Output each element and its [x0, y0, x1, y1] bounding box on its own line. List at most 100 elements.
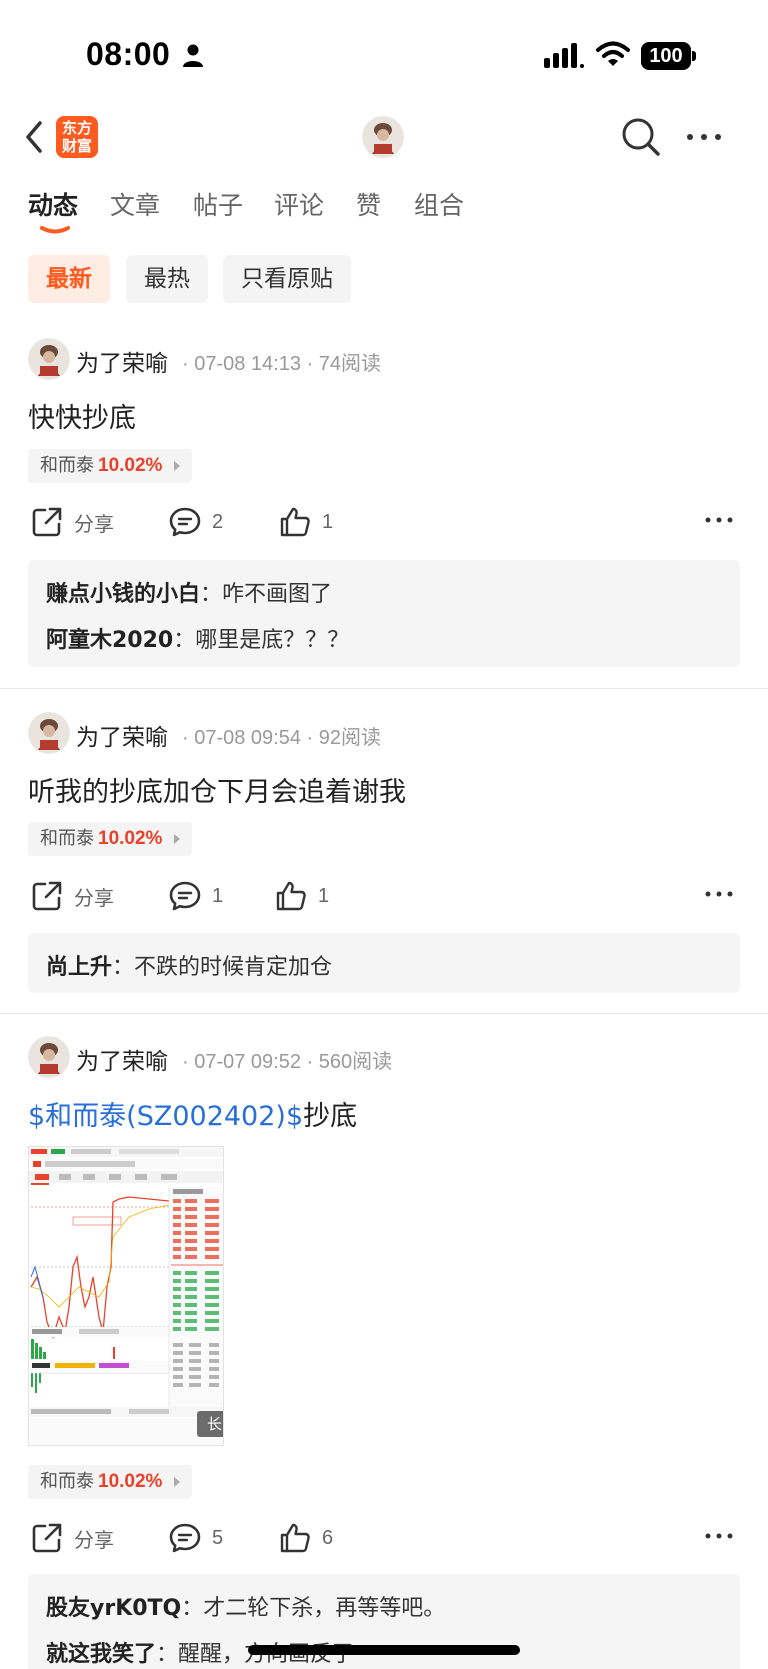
stock-name: 和而泰: [40, 1471, 94, 1492]
stock-change: 10.02%: [98, 828, 163, 849]
like-button[interactable]: 1: [278, 502, 333, 542]
comment-preview[interactable]: 赚点小钱的小白：咋不画图了 阿童木2020：哪里是底？？？: [28, 560, 740, 667]
comment-sep: ：: [156, 1642, 179, 1667]
like-count: 1: [322, 510, 334, 533]
comment-icon: [169, 1523, 201, 1553]
tab-dynamics[interactable]: 动态: [28, 186, 78, 222]
post-meta: · 07-07 09:52 · 560阅读: [182, 1051, 393, 1073]
comment-button[interactable]: 1: [168, 876, 223, 916]
divider: [0, 1013, 768, 1014]
stock-change: 10.02%: [98, 1471, 163, 1492]
post-author[interactable]: 为了荣喻: [76, 344, 168, 378]
comment-item: 阿童木2020：哪里是底？？？: [46, 622, 349, 654]
stock-name: 和而泰: [40, 455, 94, 476]
comment-count: 1: [212, 884, 224, 907]
share-label: 分享: [74, 513, 114, 536]
comment-sep: ：: [173, 628, 196, 653]
like-icon: [280, 1523, 310, 1553]
battery-level: 100: [641, 42, 691, 70]
tab-articles[interactable]: 文章: [110, 186, 160, 222]
share-icon: [32, 881, 62, 911]
comment-preview[interactable]: 尚上升：不跌的时候肯定加仓: [28, 933, 740, 993]
person-icon: [183, 44, 203, 67]
stock-tag[interactable]: 和而泰 10.02%: [28, 449, 193, 483]
like-count: 1: [318, 884, 330, 907]
comment-user[interactable]: 尚上升: [46, 955, 112, 980]
stock-tag[interactable]: 和而泰 10.02%: [28, 822, 193, 856]
post-author[interactable]: 为了荣喻: [76, 718, 168, 752]
share-label: 分享: [74, 887, 114, 910]
tab-likes[interactable]: 赞: [356, 186, 381, 222]
post-author[interactable]: 为了荣喻: [76, 1042, 168, 1076]
long-image-badge: 长图: [197, 1411, 223, 1437]
stock-change: 10.02%: [98, 455, 163, 476]
share-button[interactable]: 分享: [30, 502, 114, 542]
tab-comments[interactable]: 评论: [274, 186, 324, 222]
stock-tag[interactable]: 和而泰 10.02%: [28, 1465, 193, 1499]
more-icon[interactable]: [704, 1526, 734, 1546]
avatar[interactable]: [28, 712, 70, 754]
comment-count: 2: [212, 510, 224, 533]
avatar[interactable]: [28, 338, 70, 380]
post-content[interactable]: 听我的抄底加仓下月会追着谢我: [28, 770, 406, 809]
like-button[interactable]: 1: [274, 876, 329, 916]
more-icon[interactable]: [684, 122, 724, 152]
post-image[interactable]: 长图: [28, 1146, 224, 1446]
app-logo-line2: 财富: [61, 137, 92, 155]
comment-icon: [169, 881, 201, 911]
post-actions: 分享 1 1: [0, 876, 768, 916]
chevron-right-icon: [174, 461, 181, 471]
back-icon[interactable]: [20, 118, 50, 156]
share-button[interactable]: 分享: [30, 1518, 114, 1558]
comment-text: 哪里是底？？？: [195, 628, 350, 653]
like-button[interactable]: 6: [278, 1518, 333, 1558]
tab-portfolio[interactable]: 组合: [414, 186, 464, 222]
more-icon[interactable]: [704, 884, 734, 904]
post-content[interactable]: 快快抄底: [28, 396, 136, 435]
home-indicator[interactable]: [248, 1645, 520, 1655]
comment-icon: [169, 507, 201, 537]
tab-posts[interactable]: 帖子: [193, 186, 243, 222]
search-icon[interactable]: [620, 116, 662, 158]
share-icon: [32, 1523, 62, 1553]
comment-item: 尚上升：不跌的时候肯定加仓: [46, 949, 332, 981]
like-icon: [276, 881, 306, 911]
tab-active-indicator: [40, 226, 70, 234]
post-actions: 分享 2 1: [0, 502, 768, 542]
divider: [0, 688, 768, 689]
avatar[interactable]: [28, 1036, 70, 1078]
comment-sep: ：: [112, 955, 135, 980]
filter-original-only[interactable]: 只看原贴: [223, 255, 351, 303]
post-actions: 分享 5 6: [0, 1518, 768, 1558]
comment-item: 赚点小钱的小白：咋不画图了: [46, 576, 332, 608]
comment-text: 才二轮下杀，再等等吧。: [203, 1596, 446, 1621]
share-button[interactable]: 分享: [30, 876, 114, 916]
post-meta: · 07-08 09:54 · 92阅读: [182, 727, 381, 749]
comment-text: 咋不画图了: [222, 582, 333, 607]
post-content[interactable]: $和而泰(SZ002402)$抄底: [28, 1094, 357, 1133]
comment-user[interactable]: 赚点小钱的小白: [46, 582, 200, 607]
comment-button[interactable]: 2: [168, 502, 223, 542]
nav-bar: 东方 财富: [0, 110, 768, 164]
comment-user[interactable]: 股友yrK0TQ: [46, 1596, 181, 1621]
comment-button[interactable]: 5: [168, 1518, 223, 1558]
stock-link[interactable]: $和而泰(SZ002402)$: [28, 1101, 303, 1132]
share-label: 分享: [74, 1529, 114, 1552]
share-icon: [32, 507, 62, 537]
comment-user[interactable]: 就这我笑了: [46, 1642, 156, 1667]
like-count: 6: [322, 1526, 334, 1549]
filter-hot[interactable]: 最热: [126, 255, 208, 303]
stock-name: 和而泰: [40, 828, 94, 849]
status-bar: 08:00 100: [0, 0, 768, 110]
chevron-right-icon: [174, 1477, 181, 1487]
app-logo-line1: 东方: [61, 119, 92, 137]
battery-indicator: 100: [641, 42, 697, 70]
filter-latest[interactable]: 最新: [28, 255, 110, 303]
avatar[interactable]: [362, 116, 404, 158]
more-icon[interactable]: [704, 510, 734, 530]
status-time: 08:00: [86, 36, 171, 72]
wifi-icon: [596, 41, 630, 66]
stock-chart-thumbnail: [29, 1147, 223, 1445]
signal-icon: [544, 43, 584, 68]
comment-user[interactable]: 阿童木2020: [46, 628, 173, 653]
